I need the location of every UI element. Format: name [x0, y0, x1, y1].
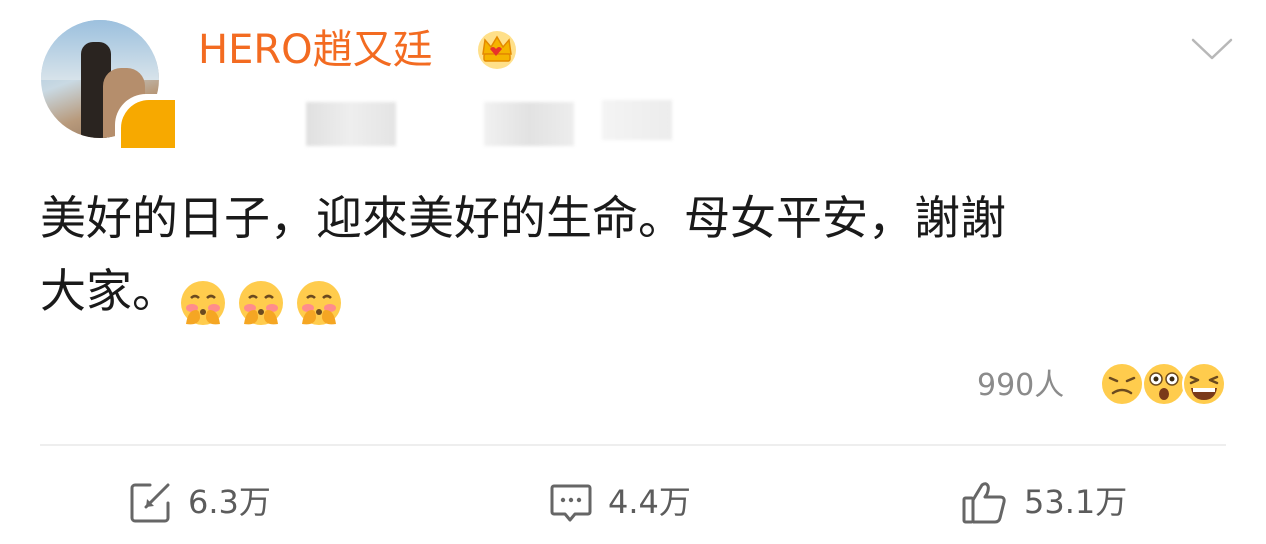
post-content: 美好的日子，迎來美好的生命。母女平安，謝謝 大家。	[40, 182, 1230, 336]
repost-count: 6.3万	[188, 483, 271, 521]
reaction-faces[interactable]	[1098, 360, 1228, 412]
chevron-down-icon[interactable]	[1190, 36, 1234, 62]
blush-face-icon	[181, 280, 225, 325]
grimace-face-icon	[1100, 362, 1144, 406]
author-name[interactable]: HERO趙又廷	[198, 26, 433, 74]
repost-button[interactable]: 6.3万	[128, 478, 271, 526]
thumbs-up-icon	[962, 482, 1006, 524]
divider	[40, 444, 1226, 446]
post-text-line-1: 美好的日子，迎來美好的生命。母女平安，謝謝	[40, 191, 1006, 245]
verified-badge	[121, 100, 175, 148]
post-text-line-2-wrap: 大家。	[40, 255, 1230, 336]
post-source-redacted	[484, 102, 574, 146]
emoji-row	[178, 263, 352, 336]
post-meta-redacted	[602, 100, 672, 140]
crown-icon	[478, 31, 516, 69]
post-text-line-2: 大家。	[40, 264, 178, 318]
weibo-post: HERO趙又廷 美好的日子，迎來美好的生命。母女平安，謝謝 大家。 990人 6…	[0, 0, 1266, 544]
blush-face-icon	[297, 280, 341, 325]
reaction-count[interactable]: 990人	[977, 366, 1064, 406]
like-count: 53.1万	[1024, 483, 1128, 521]
post-time-redacted	[306, 102, 396, 146]
comment-button[interactable]: 4.4万	[548, 478, 691, 526]
comment-count: 4.4万	[608, 483, 691, 521]
laughing-face-icon	[1182, 362, 1226, 406]
repost-icon	[130, 483, 170, 523]
blush-face-icon	[239, 280, 283, 325]
comment-icon	[550, 484, 592, 522]
like-button[interactable]: 53.1万	[960, 478, 1127, 526]
